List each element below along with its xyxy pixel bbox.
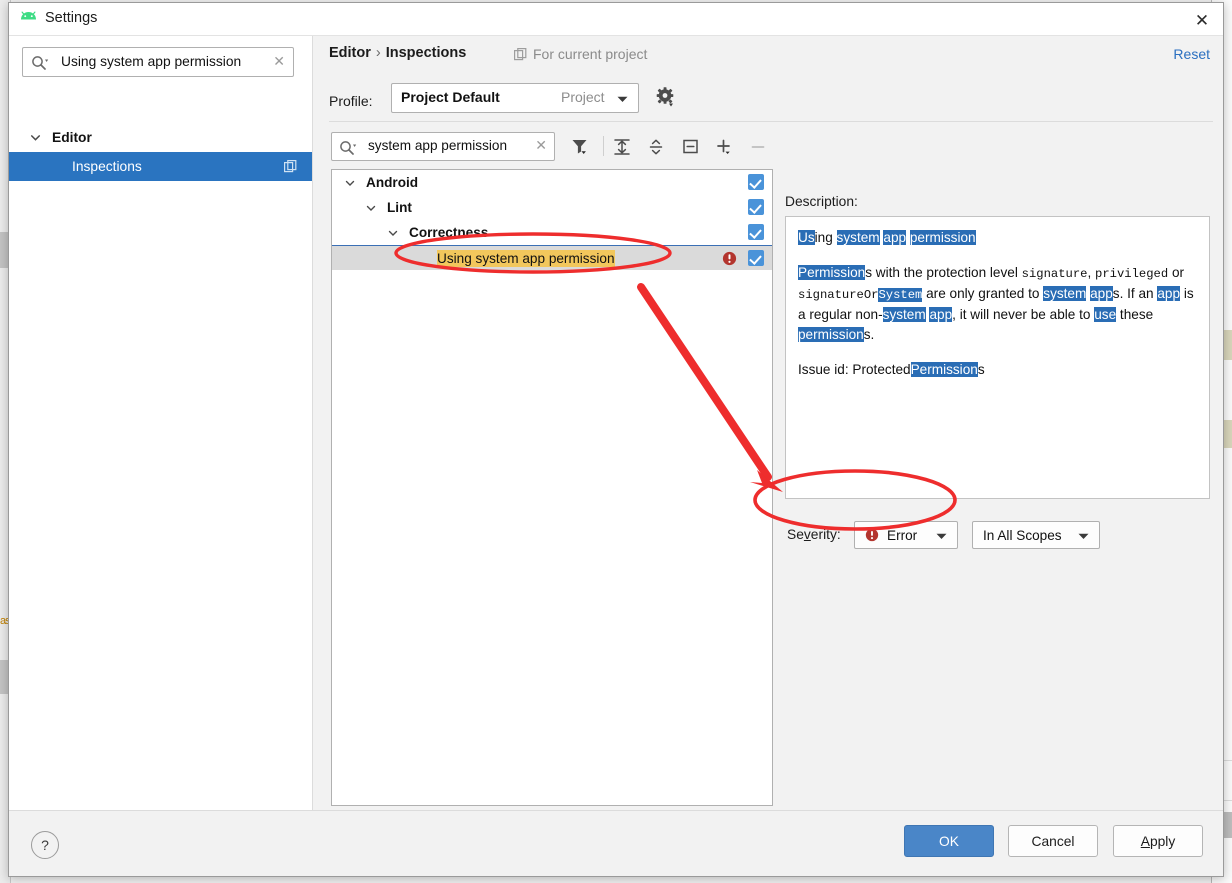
copy-icon <box>284 160 297 173</box>
collapse-node-icon[interactable] <box>676 133 704 160</box>
tree-row-checkbox[interactable] <box>748 250 764 266</box>
inspection-filter-value: system app permission <box>368 138 508 153</box>
ok-button[interactable]: OK <box>904 825 994 857</box>
profile-dropdown[interactable]: Project Default Project <box>391 83 639 113</box>
severity-label: Severity: <box>787 527 841 542</box>
scope-dropdown[interactable]: In All Scopes <box>972 521 1100 549</box>
error-icon <box>865 528 879 542</box>
scope-value: In All Scopes <box>983 527 1062 543</box>
search-icon <box>32 56 49 70</box>
expand-all-icon[interactable] <box>608 133 636 160</box>
tree-row-checkbox[interactable] <box>748 224 764 240</box>
chevron-down-icon <box>30 135 41 141</box>
close-icon[interactable]: ✕ <box>535 137 547 154</box>
help-button[interactable]: ? <box>31 831 59 859</box>
sidebar-item-inspections[interactable]: Inspections <box>9 152 312 181</box>
tree-row-checkbox[interactable] <box>748 199 764 215</box>
add-icon <box>717 139 730 154</box>
close-icon[interactable]: ✕ <box>1189 8 1215 32</box>
filter-icon <box>572 140 586 154</box>
issue-id-label: Issue id: Protected <box>798 362 911 377</box>
remove-icon <box>744 133 772 160</box>
add-icon[interactable] <box>710 133 738 160</box>
chevron-down-icon[interactable] <box>344 177 356 189</box>
description-title: Using system app permission <box>798 230 976 245</box>
severity-value: Error <box>887 527 918 543</box>
collapse-all-icon[interactable] <box>642 133 670 160</box>
copy-icon <box>514 47 527 60</box>
toolbar-separator <box>603 136 604 156</box>
tree-row[interactable]: Correctness <box>332 220 772 245</box>
tree-row[interactable]: Using system app permission <box>332 245 772 270</box>
breadcrumb: Editor › Inspections <box>329 45 466 61</box>
header-divider <box>329 121 1213 122</box>
filter-icon[interactable] <box>565 133 593 160</box>
breadcrumb-leaf: Inspections <box>385 45 467 61</box>
tree-row[interactable]: Lint <box>332 195 772 220</box>
sidebar-item-editor[interactable]: Editor <box>9 123 312 152</box>
remove-icon <box>751 145 765 148</box>
dialog-titlebar: Settings ✕ <box>9 3 1223 36</box>
tree-row[interactable]: Android <box>332 170 772 195</box>
tree-row-checkbox[interactable] <box>748 174 764 190</box>
dialog-title: Settings <box>45 10 98 26</box>
for-current-project-text: For current project <box>533 46 648 62</box>
settings-dialog: Settings ✕ Using system app permission ✕… <box>8 2 1224 877</box>
for-current-project-label: For current project <box>514 46 647 62</box>
chevron-down-icon[interactable] <box>365 202 377 214</box>
tree-row-label: Lint <box>387 200 412 215</box>
collapse-all-icon <box>649 139 663 154</box>
error-icon <box>722 251 737 266</box>
chevron-down-icon[interactable] <box>387 227 399 239</box>
description-panel: Using system app permission Permissions … <box>785 216 1210 499</box>
sidebar-item-label: Inspections <box>72 159 142 174</box>
inspection-tree[interactable]: Android Lint Correctness Using system ap… <box>331 169 773 806</box>
gear-icon[interactable] <box>656 87 675 107</box>
settings-nav-panel: Using system app permission ✕ Editor Ins… <box>9 36 312 811</box>
chevron-down-icon <box>617 96 628 102</box>
collapse-node-icon <box>682 139 698 154</box>
tree-row-label: Android <box>366 175 419 190</box>
android-icon <box>21 11 36 20</box>
severity-dropdown[interactable]: Error <box>854 521 958 549</box>
search-icon <box>340 141 357 155</box>
chevron-down-icon <box>1078 533 1089 539</box>
inspections-panel: Editor › Inspections For current project R… <box>318 36 1223 829</box>
settings-search-input[interactable]: Using system app permission ✕ <box>22 47 294 77</box>
profile-value: Project Default <box>401 89 500 105</box>
description-label: Description: <box>785 194 858 209</box>
description-body: Permissions with the protection level si… <box>798 265 1194 342</box>
profile-scope: Project <box>561 89 605 105</box>
reset-link[interactable]: Reset <box>1173 46 1210 62</box>
cancel-button[interactable]: Cancel <box>1008 825 1098 857</box>
breadcrumb-separator: › <box>375 45 381 61</box>
expand-all-icon <box>614 138 630 155</box>
inspection-filter-input[interactable]: system app permission ✕ <box>331 132 555 161</box>
tree-row-label: Using system app permission <box>437 249 615 267</box>
profile-label: Profile: <box>329 93 373 109</box>
breadcrumb-root: Editor <box>329 45 371 61</box>
close-icon[interactable]: ✕ <box>273 53 285 70</box>
settings-search-value: Using system app permission <box>61 54 242 69</box>
tree-row-label: Correctness <box>409 225 489 240</box>
chevron-down-icon <box>936 533 947 539</box>
description-issue-id: Issue id: ProtectedPermissions <box>798 362 985 377</box>
apply-button[interactable]: Apply <box>1113 825 1203 857</box>
screen: as )( < | s | v s | Settings ✕ <box>0 0 1232 883</box>
sidebar-item-label: Editor <box>52 130 92 145</box>
dialog-footer: ? OK Cancel Apply <box>9 810 1223 876</box>
issue-id-value: Permission <box>910 362 978 377</box>
